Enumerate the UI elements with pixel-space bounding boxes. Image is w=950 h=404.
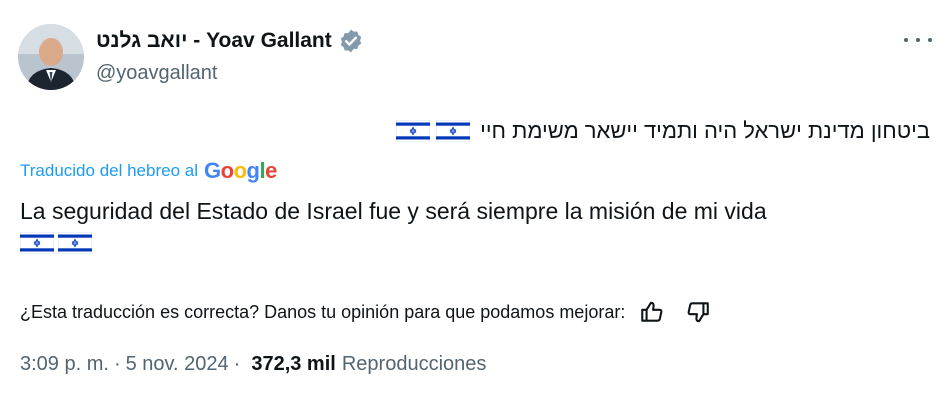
original-tweet-text-row: ביטחון מדינת ישראל היה ותמיד יישאר משימת… bbox=[390, 118, 930, 144]
more-dot bbox=[928, 38, 932, 42]
more-options-icon[interactable] bbox=[904, 30, 932, 50]
translated-tweet-text: La seguridad del Estado de Israel fue y … bbox=[20, 198, 767, 224]
verified-badge-icon[interactable] bbox=[338, 28, 364, 54]
tweet-time[interactable]: 3:09 p. m. bbox=[20, 353, 109, 376]
tweet-date[interactable]: 5 nov. 2024 bbox=[126, 353, 229, 376]
israel-flag-icon bbox=[58, 232, 92, 254]
author-handle[interactable]: @yoavgallant bbox=[96, 62, 217, 85]
translation-attribution: Traducido del hebreo al Google bbox=[20, 158, 277, 184]
meta-separator: · bbox=[113, 353, 121, 375]
israel-flag-icon bbox=[396, 120, 431, 142]
feedback-prompt: ¿Esta traducción es correcta? Danos tu o… bbox=[20, 301, 626, 322]
more-dot bbox=[904, 38, 908, 42]
author-name-row: יואב גלנט - Yoav Gallant bbox=[96, 28, 364, 54]
original-tweet-text: ביטחון מדינת ישראל היה ותמיד יישאר משימת… bbox=[480, 118, 930, 143]
views-count: 372,3 mil bbox=[251, 353, 336, 375]
meta-separator: · bbox=[233, 353, 241, 375]
translated-from-label[interactable]: Traducido del hebreo al bbox=[20, 161, 198, 181]
avatar[interactable] bbox=[18, 24, 84, 90]
israel-flag-icon bbox=[20, 232, 54, 254]
views-label: Reproducciones bbox=[341, 353, 487, 375]
author-display-name[interactable]: יואב גלנט - Yoav Gallant bbox=[96, 29, 332, 53]
thumbs-down-icon[interactable] bbox=[685, 299, 711, 325]
thumbs-up-icon[interactable] bbox=[639, 299, 665, 325]
israel-flag-icon bbox=[436, 120, 471, 142]
more-dot bbox=[916, 38, 920, 42]
translated-flags bbox=[20, 232, 96, 254]
tweet-meta: 3:09 p. m. · 5 nov. 2024 · 372,3 mil Rep… bbox=[20, 353, 486, 376]
translation-feedback: ¿Esta traducción es correcta? Danos tu o… bbox=[20, 299, 711, 325]
google-logo: Google bbox=[204, 158, 277, 183]
